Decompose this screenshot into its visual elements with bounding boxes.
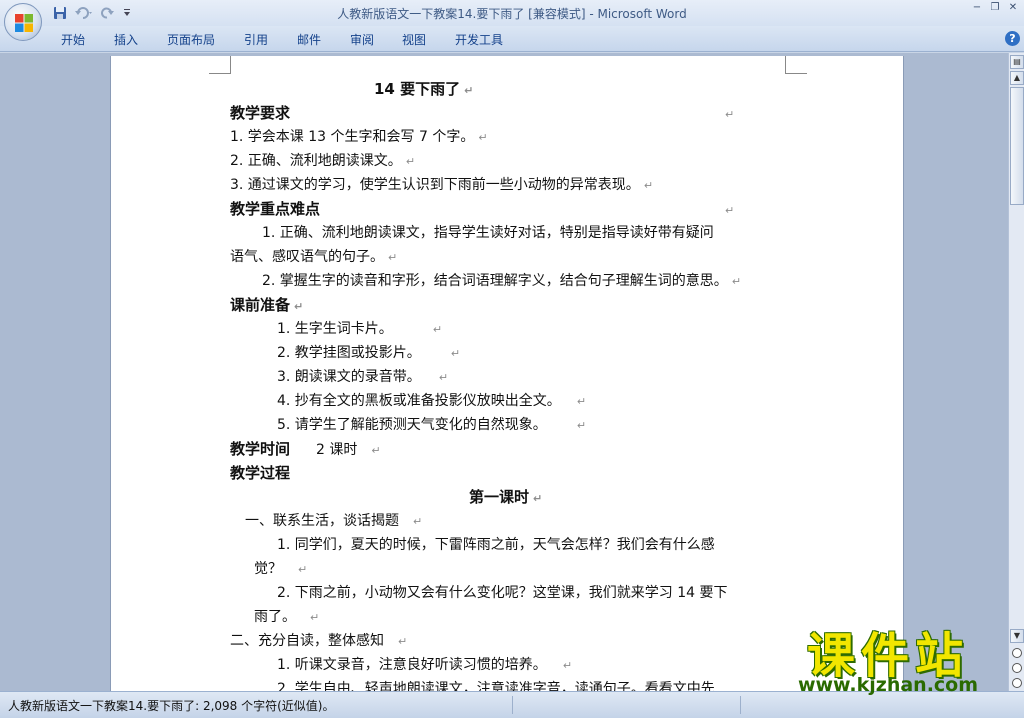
office-button[interactable] [4,3,42,41]
doc-line: 雨了。 ↵ [254,609,320,625]
teaching-time-line: 教学时间 2 课时 ↵ [230,440,381,458]
section-heading: 一、联系生活，谈话揭题 ↵ [245,513,423,529]
previous-page-icon[interactable] [1012,648,1022,658]
tab-developer[interactable]: 开发工具 [455,31,503,48]
heading-key-points: 教学重点难点 [230,200,321,218]
doc-line: 觉？ ↵ [254,561,308,577]
doc-line: 2. 正确、流利地朗读课文。 ↵ [230,153,416,169]
doc-line: 2. 下雨之前，小动物又会有什么变化呢？这堂课，我们就来学习 14 要下 [277,585,728,601]
office-logo-icon [15,14,33,32]
document-page[interactable]: 14 要下雨了 ↵ 教学要求 ↵ 1. 学会本课 13 个生字和会写 7 个字。 ↵… [110,56,904,691]
tab-mailings[interactable]: 邮件 [297,31,321,48]
window-controls: − ❐ ✕ [970,2,1020,14]
crop-mark-top-left [209,56,231,74]
heading-first-lesson: 第一课时 ↵ [469,488,543,506]
watermark-url: www.kjzhan.com [797,674,979,696]
status-separator [740,696,741,714]
title-bar: 人教新版语文一下教案14.要下雨了 [兼容模式] - Microsoft Wor… [0,0,1024,26]
list-item: 3. 朗读课文的录音带。 ↵ [277,369,449,385]
help-icon[interactable]: ? [1005,31,1020,46]
heading-process: 教学过程 [230,464,291,482]
list-item: 5. 请学生了解能预测天气变化的自然现象。 ↵ [277,417,587,433]
list-item: 4. 抄有全文的黑板或准备投影仪放映出全文。 ↵ [277,393,587,409]
watermark-logo: 课件站 www.kjzhan.com [770,616,1006,696]
doc-line: 2. 掌握生字的读音和字形，结合词语理解字义，结合句子理解生词的意思。 ↵ [262,273,742,289]
tab-references[interactable]: 引用 [244,31,268,48]
scroll-down-icon[interactable]: ▼ [1010,629,1024,643]
doc-line: 1. 学会本课 13 个生字和会写 7 个字。 ↵ [230,129,488,145]
select-browse-object-icon[interactable] [1012,663,1022,673]
ruler-toggle-icon[interactable]: ▤ [1010,55,1024,69]
heading-preparation: 课前准备 ↵ [230,296,304,314]
list-item: 1. 生字生词卡片。 ↵ [277,321,443,337]
window-title: 人教新版语文一下教案14.要下雨了 [兼容模式] - Microsoft Wor… [0,5,1024,22]
doc-line: 3. 通过课文的学习，使学生认识到下雨前一些小动物的异常表现。 ↵ [230,177,654,193]
ribbon-tab-bar: 开始 插入 页面布局 引用 邮件 审阅 视图 开发工具 ? [0,26,1024,52]
scroll-thumb[interactable] [1010,87,1024,205]
doc-line: 1. 听课文录音，注意良好听读习惯的培养。 ↵ [277,657,573,673]
crop-mark-top-right [785,56,807,74]
status-separator [512,696,513,714]
tab-insert[interactable]: 插入 [114,31,138,48]
doc-title: 14 要下雨了 ↵ [374,80,474,98]
list-item: 2. 教学挂图或投影片。 ↵ [277,345,461,361]
document-area: 14 要下雨了 ↵ 教学要求 ↵ 1. 学会本课 13 个生字和会写 7 个字。 ↵… [0,53,1008,691]
close-icon[interactable]: ✕ [1006,2,1020,14]
paragraph-mark: ↵ [725,204,735,217]
title-separator: - [585,7,598,21]
tab-page-layout[interactable]: 页面布局 [167,31,215,48]
heading-teaching-requirements: 教学要求 [230,104,291,122]
vertical-scrollbar[interactable]: ▤ ▲ ▼ [1008,53,1024,691]
restore-icon[interactable]: ❐ [988,2,1002,14]
doc-line: 2. 学生自由、轻声地朗读课文，注意读准字音，读通句子。看看文中先 [277,681,715,691]
doc-line: 1. 同学们，夏天的时候，下雷阵雨之前，天气会怎样？我们会有什么感 [277,537,715,553]
app-name: Microsoft Word [597,7,687,21]
tab-home[interactable]: 开始 [61,31,85,48]
minimize-icon[interactable]: − [970,2,984,14]
scroll-up-icon[interactable]: ▲ [1010,71,1024,85]
doc-line: 语气、感叹语气的句子。 ↵ [230,249,398,265]
status-text: 人教新版语文一下教案14.要下雨了: 2,098 个字符(近似值)。 [8,699,335,713]
next-page-icon[interactable] [1012,678,1022,688]
tab-view[interactable]: 视图 [402,31,426,48]
doc-line: 1. 正确、流利地朗读课文，指导学生读好对话，特别是指导读好带有疑问 [262,225,714,241]
tab-review[interactable]: 审阅 [350,31,374,48]
section-heading: 二、充分自读，整体感知 ↵ [230,633,408,649]
paragraph-mark: ↵ [725,108,735,121]
document-title: 人教新版语文一下教案14.要下雨了 [兼容模式] [337,7,586,21]
